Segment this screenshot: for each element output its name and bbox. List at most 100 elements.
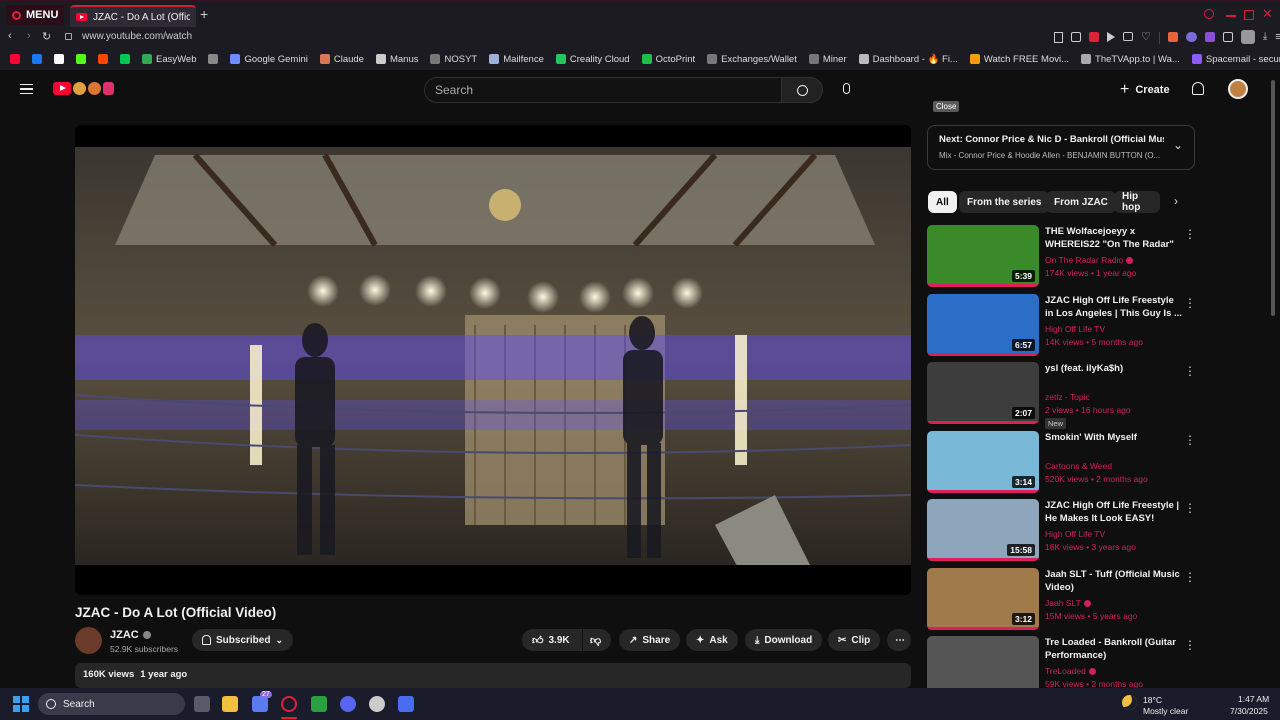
forward-icon[interactable]: › xyxy=(27,30,31,42)
download-button[interactable]: ⤓ Download xyxy=(745,629,823,651)
fox-extension-icon[interactable] xyxy=(1167,32,1178,42)
recommendation-channel[interactable]: zetlz - Topic xyxy=(1045,392,1090,402)
chip-all[interactable]: All xyxy=(928,191,957,213)
taskbar-search[interactable]: Search xyxy=(38,693,185,715)
puzzle-icon[interactable] xyxy=(1222,32,1233,42)
bookmark-item[interactable]: OctoPrint xyxy=(638,54,700,65)
widgets-icon[interactable] xyxy=(252,696,268,712)
bookmark-item[interactable]: Google Gemini xyxy=(226,54,311,65)
bookmark-item[interactable]: Dashboard - 🔥 Fi... xyxy=(855,54,962,65)
more-vertical-icon[interactable]: ⋮ xyxy=(1184,501,1196,515)
chip-from-jzac[interactable]: From JZAC xyxy=(1046,191,1116,213)
bookmark-item[interactable] xyxy=(204,54,222,64)
recommendation-channel[interactable]: Cartoons & Weed xyxy=(1045,461,1112,471)
description-box[interactable]: 160K views 1 year ago xyxy=(75,663,911,688)
bookmark-item[interactable] xyxy=(28,54,46,64)
video-thumbnail[interactable]: 15:58 xyxy=(927,499,1039,561)
chips-next-chevron-icon[interactable]: › xyxy=(1174,194,1178,208)
create-button[interactable]: + Create xyxy=(1120,81,1170,99)
video-thumbnail[interactable]: 6:57 xyxy=(927,294,1039,356)
task-view-icon[interactable] xyxy=(194,696,210,712)
video-player[interactable] xyxy=(75,125,911,595)
share-button[interactable]: ↗ Share xyxy=(619,629,681,651)
expand-chevron-icon[interactable]: ⌄ xyxy=(1173,138,1183,152)
heart-icon[interactable]: ♡ xyxy=(1141,32,1151,44)
recommendation-item[interactable]: 5:39 THE Wolfacejoeyy x WHEREIS22 "On The… xyxy=(927,225,1197,287)
recommendation-channel[interactable]: High Off Life TV xyxy=(1045,324,1105,334)
minimize-button[interactable] xyxy=(1226,15,1236,17)
subscribed-button[interactable]: Subscribed ⌄ xyxy=(192,629,294,651)
recommendation-title[interactable]: JZAC High Off Life Freestyle | He Makes … xyxy=(1045,499,1183,525)
bookmark-item[interactable] xyxy=(72,54,90,64)
recommendation-item[interactable]: 3:12 Jaah SLT - Tuff (Official Music Vide… xyxy=(927,568,1197,630)
notifications-bell-icon[interactable] xyxy=(1192,82,1204,95)
close-window-button[interactable]: ✕ xyxy=(1262,6,1273,22)
file-explorer-icon[interactable] xyxy=(222,696,238,712)
bookmark-item[interactable]: EasyWeb xyxy=(138,54,200,65)
recommendation-item[interactable]: 15:58 JZAC High Off Life Freestyle | He M… xyxy=(927,499,1197,561)
url-field[interactable]: www.youtube.com/watch xyxy=(82,31,192,42)
clip-button[interactable]: ✂ Clip xyxy=(828,629,881,651)
more-vertical-icon[interactable]: ⋮ xyxy=(1184,364,1196,378)
hamburger-menu-icon[interactable] xyxy=(20,84,33,94)
more-vertical-icon[interactable]: ⋮ xyxy=(1184,296,1196,310)
back-icon[interactable]: ‹ xyxy=(8,30,12,42)
opera-taskbar-icon[interactable] xyxy=(281,696,297,712)
windows-start-icon[interactable] xyxy=(13,696,29,712)
bookmark-item[interactable]: Claude xyxy=(316,54,368,65)
like-button[interactable]: 👍︎ 3.9K xyxy=(522,629,582,651)
video-thumbnail[interactable]: 3:12 xyxy=(927,568,1039,630)
more-vertical-icon[interactable]: ⋮ xyxy=(1184,638,1196,652)
bookmark-item[interactable]: NOSYT xyxy=(426,54,481,65)
dislike-button[interactable]: 👎︎ xyxy=(583,629,611,651)
recommendation-channel[interactable]: TreLoaded xyxy=(1045,666,1096,676)
youtube-logo[interactable] xyxy=(53,82,114,95)
recommendation-channel[interactable]: On The Radar Radio xyxy=(1045,255,1134,265)
video-thumbnail[interactable]: 5:39 xyxy=(927,225,1039,287)
channel-name[interactable]: JZAC xyxy=(110,629,151,641)
vpn-icon[interactable] xyxy=(398,696,414,712)
bookmark-item[interactable]: Watch FREE Movi... xyxy=(966,54,1073,65)
bookmark-item[interactable] xyxy=(6,54,24,64)
maximize-button[interactable] xyxy=(1244,10,1254,20)
recommendation-item[interactable]: 3:14 Smokin' With Myself Cartoons & Weed 52… xyxy=(927,431,1197,493)
new-tab-button[interactable]: + xyxy=(200,6,208,22)
recommendation-channel[interactable]: Jaah SLT xyxy=(1045,598,1091,608)
bookmark-item[interactable]: TheTVApp.to | Wa... xyxy=(1077,54,1184,65)
download-icon[interactable]: ⤓ xyxy=(1263,32,1267,44)
camera-icon[interactable] xyxy=(1123,32,1133,41)
more-vertical-icon[interactable]: ⋮ xyxy=(1184,227,1196,241)
recommendation-title[interactable]: THE Wolfacejoeyy x WHEREIS22 "On The Rad… xyxy=(1045,225,1183,252)
chip-hip-hop[interactable]: Hip hop xyxy=(1114,191,1160,213)
bookmark-item[interactable]: Creality Cloud xyxy=(552,54,634,65)
recommendation-title[interactable]: Tre Loaded - Bankroll (Guitar Performanc… xyxy=(1045,636,1183,662)
bookmark-item[interactable]: Exchanges/Wallet xyxy=(703,54,801,65)
page-scrollbar[interactable] xyxy=(1271,80,1275,316)
recommendation-title[interactable]: Smokin' With Myself xyxy=(1045,431,1183,444)
search-button[interactable] xyxy=(781,77,823,103)
recommendation-title[interactable]: Jaah SLT - Tuff (Official Music Video) xyxy=(1045,568,1183,594)
recommendation-item[interactable]: 2:07 ysl (feat. ilyKa$h) zetlz - Topic 2 vi… xyxy=(927,362,1197,429)
weather-icon[interactable] xyxy=(1122,695,1137,710)
more-vertical-icon[interactable]: ⋮ xyxy=(1184,433,1196,447)
window-search-icon[interactable] xyxy=(1204,9,1214,19)
bookmark-item[interactable] xyxy=(94,54,112,64)
chip-from-the-series[interactable]: From the series xyxy=(959,191,1050,213)
bookmark-item[interactable]: Mailfence xyxy=(485,54,548,65)
b-extension-icon[interactable] xyxy=(1204,32,1215,42)
game-extension-icon[interactable] xyxy=(1185,32,1197,42)
tab-youtube[interactable]: JZAC - Do A Lot (Officia xyxy=(70,5,196,27)
microphone-icon[interactable] xyxy=(843,83,850,94)
bookmark-item[interactable]: Spacemail - secur... xyxy=(1188,54,1280,65)
reload-icon[interactable]: ↻ xyxy=(42,30,51,43)
search-input[interactable]: Search xyxy=(424,77,782,103)
video-thumbnail[interactable]: 3:14 xyxy=(927,431,1039,493)
play-icon[interactable] xyxy=(1107,32,1115,42)
profile-avatar-icon[interactable] xyxy=(1240,30,1255,44)
up-next-card[interactable]: Next: Connor Price & Nic D - Bankroll (O… xyxy=(927,125,1195,170)
recommendation-item[interactable]: 6:57 JZAC High Off Life Freestyle in Los … xyxy=(927,294,1197,356)
clock-date[interactable]: 7/30/2025 xyxy=(1230,706,1268,716)
screenshot-icon[interactable] xyxy=(1071,32,1081,42)
discord-icon[interactable] xyxy=(340,696,356,712)
recommendation-channel[interactable]: High Off Life TV xyxy=(1045,529,1105,539)
